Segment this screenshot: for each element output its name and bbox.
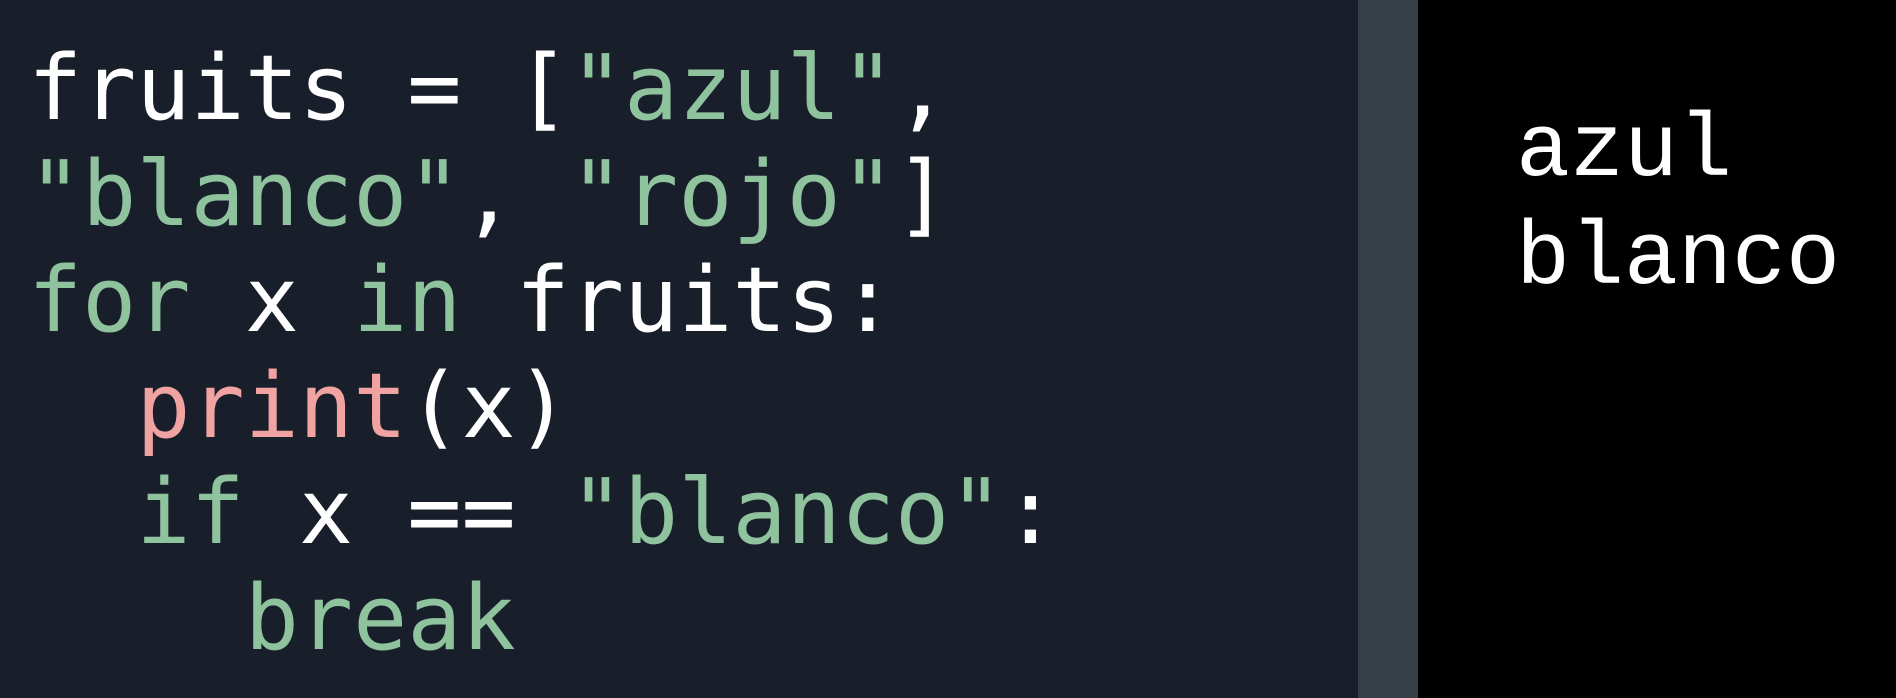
code-line: "blanco", "rojo"] — [28, 142, 1058, 248]
code-token-plain: (x) — [407, 354, 570, 459]
code-token-plain: , — [894, 36, 950, 141]
code-token-plain: ] — [894, 142, 950, 247]
code-token-plain: : — [1003, 460, 1058, 565]
code-line: for x in fruits: — [28, 248, 1058, 354]
code-line: break — [28, 566, 1058, 672]
code-block[interactable]: fruits = ["azul", "blanco", "rojo"] for x … — [28, 36, 1058, 672]
code-token-str: "azul" — [569, 36, 895, 141]
code-line: fruits = ["azul", — [28, 36, 1058, 142]
panel-divider[interactable] — [1358, 0, 1418, 698]
code-line: print(x) — [28, 354, 1058, 460]
code-token-str: "blanco" — [28, 142, 462, 247]
code-token-kw: in — [353, 248, 462, 353]
code-token-plain: fruits: — [461, 248, 895, 353]
console-output: azul blanco — [1516, 98, 1840, 314]
code-token-kw: if — [136, 460, 245, 565]
code-token-str: "blanco" — [569, 460, 1004, 565]
output-line: azul — [1516, 101, 1733, 203]
code-token-plain: , — [461, 142, 570, 247]
code-token-plain: fruits = [ — [28, 36, 570, 141]
code-token-str: "rojo" — [569, 142, 895, 247]
code-token-plain: x — [190, 248, 354, 353]
code-token-kw: break — [244, 566, 516, 671]
code-line: if x == "blanco": — [28, 460, 1058, 566]
code-token-plain: x == — [244, 460, 570, 565]
output-line: blanco — [1516, 209, 1841, 311]
code-token-fn: print — [136, 354, 408, 459]
code-token-kw: for — [28, 248, 191, 353]
